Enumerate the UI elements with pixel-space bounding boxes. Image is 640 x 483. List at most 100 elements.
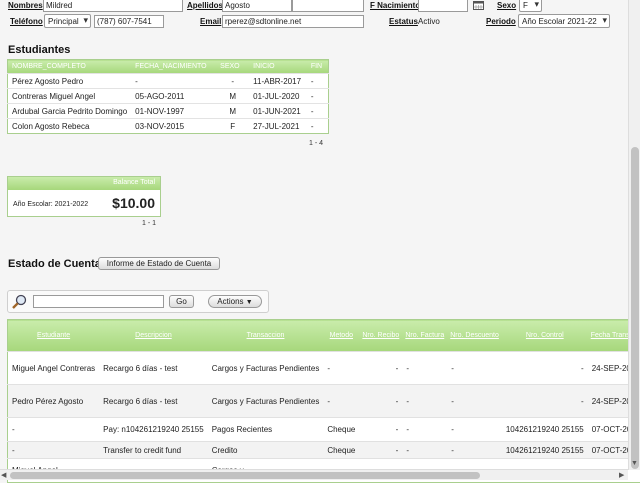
informe-estado-button[interactable]: Informe de Estado de Cuenta: [98, 257, 220, 270]
cell: 01-JUL-2020: [249, 89, 307, 104]
col-transaccion[interactable]: Transaccion: [208, 320, 324, 352]
table-row: - Transfer to credit fund Credito Cheque…: [8, 442, 640, 459]
go-button[interactable]: Go: [169, 295, 194, 308]
col-nombre[interactable]: NOMBRE_COMPLETO: [8, 60, 132, 74]
col-estudiante[interactable]: Estudiante: [8, 320, 100, 352]
cell: -: [307, 104, 329, 119]
cell: 27-JUL-2021: [249, 119, 307, 134]
periodo-label: Periodo: [486, 17, 516, 26]
col-nro-control[interactable]: Nro. Control: [502, 320, 588, 352]
col-descripcion[interactable]: Descripcion: [99, 320, 208, 352]
table-row: Miguel Angel Contreras Recargo 6 días - …: [8, 352, 640, 385]
sexo-label: Sexo: [497, 1, 516, 10]
fnacimiento-label: F Nacimiento: [370, 1, 420, 10]
cell: Ardubal Garcia Pedrito Domingo: [8, 104, 132, 119]
estudiantes-table: NOMBRE_COMPLETO FECHA_NACIMIENTO SEXO IN…: [7, 59, 329, 134]
col-metodo[interactable]: Metodo: [323, 320, 359, 352]
cell: -: [307, 74, 329, 89]
scroll-down-arrow-icon[interactable]: ▼: [631, 460, 638, 467]
cell: Recargo 6 días - test: [99, 352, 208, 385]
cell: M: [216, 89, 249, 104]
col-fecha-nac[interactable]: FECHA_NACIMIENTO: [131, 60, 216, 74]
estatus-label: Estatus: [389, 17, 418, 26]
cell: 104261219240 25155: [502, 418, 588, 442]
cell: -: [502, 352, 588, 385]
cell: -: [323, 352, 359, 385]
periodo-select[interactable]: Año Escolar 2021-22: [518, 14, 610, 28]
cell: Contreras Miguel Angel: [8, 89, 132, 104]
email-field[interactable]: rperez@sdtonline.net: [222, 15, 364, 28]
vertical-scrollbar[interactable]: ▼: [628, 0, 640, 470]
cell: -: [447, 352, 502, 385]
cell: -: [359, 442, 402, 459]
cell: -: [131, 74, 216, 89]
balance-header: Balance Total: [8, 177, 160, 190]
col-fin[interactable]: FIN: [307, 60, 329, 74]
cell: M: [216, 104, 249, 119]
email-label: Email: [200, 17, 221, 26]
table-row: Ardubal Garcia Pedrito Domingo 01-NOV-19…: [8, 104, 329, 119]
magnifier-icon[interactable]: [11, 294, 28, 309]
vertical-scroll-thumb[interactable]: [631, 147, 639, 469]
balance-pagination: 1 - 1: [142, 220, 156, 227]
cell: -: [8, 418, 100, 442]
cell: -: [402, 442, 447, 459]
horizontal-scrollbar[interactable]: ◀ ▶: [0, 469, 628, 480]
calendar-icon[interactable]: [473, 0, 484, 10]
cell: -: [307, 89, 329, 104]
cell: Cheque: [323, 418, 359, 442]
search-input[interactable]: [33, 295, 164, 308]
search-bar: Go Actions ▼: [7, 290, 269, 313]
balance-amount: $10.00: [112, 195, 155, 211]
scroll-right-arrow-icon[interactable]: ▶: [619, 471, 624, 479]
telefono-label: Teléfono: [10, 17, 43, 26]
cell: Cargos y Facturas Pendientes: [208, 385, 324, 418]
cell: F: [216, 119, 249, 134]
estudiantes-title: Estudiantes: [8, 44, 70, 56]
estatus-value: Activo: [418, 17, 440, 26]
apellidos-field-2[interactable]: [292, 0, 364, 12]
cell: Pérez Agosto Pedro: [8, 74, 132, 89]
cell: Cargos y Facturas Pendientes: [208, 352, 324, 385]
balance-label: Año Escolar: 2021-2022: [13, 201, 88, 208]
scroll-left-arrow-icon[interactable]: ◀: [1, 471, 6, 479]
cell: -: [8, 442, 100, 459]
cell: -: [359, 352, 402, 385]
table-row: Pedro Pérez Agosto Recargo 6 días - test…: [8, 385, 640, 418]
cell: -: [359, 385, 402, 418]
chevron-down-icon: ▼: [246, 299, 253, 306]
cell: -: [402, 385, 447, 418]
cell: -: [216, 74, 249, 89]
table-row: Colon Agosto Rebeca 03-NOV-2015 F 27-JUL…: [8, 119, 329, 134]
cell: -: [359, 418, 402, 442]
col-nro-recibo[interactable]: Nro. Recibo: [359, 320, 402, 352]
sexo-select[interactable]: F: [519, 0, 542, 12]
cell: Miguel Angel Contreras: [8, 352, 100, 385]
cell: 03-NOV-2015: [131, 119, 216, 134]
telefono-type-select[interactable]: Principal: [44, 14, 91, 28]
cell: -: [307, 119, 329, 134]
actions-button[interactable]: Actions ▼: [208, 295, 262, 308]
actions-label: Actions: [217, 297, 243, 306]
cell: Colon Agosto Rebeca: [8, 119, 132, 134]
table-row: Contreras Miguel Angel 05-AGO-2011 M 01-…: [8, 89, 329, 104]
estado-title: Estado de Cuenta: [8, 258, 101, 270]
telefono-field[interactable]: (787) 607-7541: [94, 15, 164, 28]
cell: -: [502, 385, 588, 418]
col-inicio[interactable]: INICIO: [249, 60, 307, 74]
cell: -: [402, 418, 447, 442]
col-sexo[interactable]: SEXO: [216, 60, 249, 74]
fnacimiento-field[interactable]: [418, 0, 468, 12]
cell: Pay: n104261219240 25155: [99, 418, 208, 442]
nombres-field[interactable]: Mildred: [43, 0, 183, 12]
col-nro-factura[interactable]: Nro. Factura: [402, 320, 447, 352]
balance-panel: Balance Total Año Escolar: 2021-2022 $10…: [7, 176, 161, 217]
cell: 01-JUN-2021: [249, 104, 307, 119]
apellidos-field[interactable]: Agosto: [222, 0, 292, 12]
cell: -: [447, 385, 502, 418]
horizontal-scroll-thumb[interactable]: [10, 472, 480, 479]
col-nro-descuento[interactable]: Nro. Descuento: [447, 320, 502, 352]
table-row: Pérez Agosto Pedro - - 11-ABR-2017 -: [8, 74, 329, 89]
cell: -: [323, 385, 359, 418]
estudiantes-pagination: 1 - 4: [309, 140, 323, 147]
